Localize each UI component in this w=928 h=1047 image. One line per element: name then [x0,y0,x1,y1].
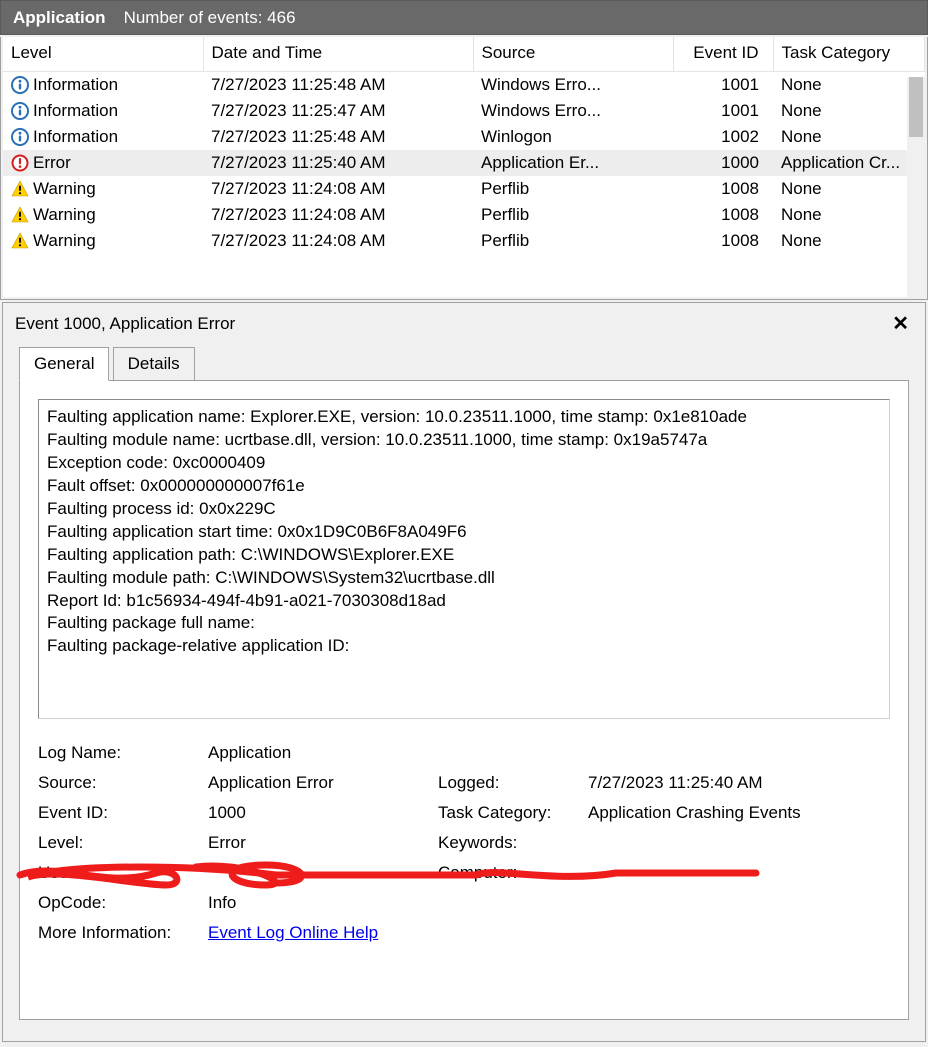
label-moreinfo: More Information: [38,923,198,943]
label-computer: Computer: [438,863,578,883]
col-eventid[interactable]: Event ID [673,37,773,72]
row-level: Warning [33,179,96,199]
row-eventid: 1001 [673,72,773,99]
row-eventid: 1000 [673,150,773,176]
info-icon [11,102,29,120]
row-date: 7/27/2023 11:24:08 AM [203,202,473,228]
detail-title: Event 1000, Application Error [15,314,235,334]
event-detail-pane: Event 1000, Application Error ✕ General … [2,302,926,1042]
row-source: Windows Erro... [473,98,673,124]
table-row[interactable]: Warning 7/27/2023 11:24:08 AMPerflib1008N… [3,202,925,228]
info-icon [11,76,29,94]
row-level: Error [33,153,71,173]
row-level: Information [33,101,118,121]
row-date: 7/27/2023 11:24:08 AM [203,228,473,254]
row-eventid: 1008 [673,176,773,202]
row-source: Perflib [473,176,673,202]
table-row[interactable]: Warning 7/27/2023 11:24:08 AMPerflib1008N… [3,228,925,254]
label-opcode: OpCode: [38,893,198,913]
col-date[interactable]: Date and Time [203,37,473,72]
row-source: Application Er... [473,150,673,176]
row-task: None [773,176,925,202]
label-taskcat: Task Category: [438,803,578,823]
error-icon [11,154,29,172]
row-eventid: 1008 [673,228,773,254]
header-bar: Application Number of events: 466 [0,0,928,35]
row-eventid: 1008 [673,202,773,228]
label-level: Level: [38,833,198,853]
value-source: Application Error [208,773,428,793]
row-level: Warning [33,231,96,251]
row-task: None [773,228,925,254]
scroll-thumb[interactable] [909,77,923,137]
row-level: Information [33,75,118,95]
event-metadata: Log Name: Application Source: Applicatio… [38,743,890,943]
label-user: User: [38,863,198,883]
value-logname: Application [208,743,890,763]
warn-icon [11,232,29,250]
label-keywords: Keywords: [438,833,578,853]
header-title: Application [13,8,106,28]
value-taskcat: Application Crashing Events [588,803,890,823]
info-icon [11,128,29,146]
row-task: None [773,124,925,150]
table-row[interactable]: Warning 7/27/2023 11:24:08 AMPerflib1008N… [3,176,925,202]
row-source: Winlogon [473,124,673,150]
event-grid[interactable]: Level Date and Time Source Event ID Task… [3,37,925,297]
table-row[interactable]: Information 7/27/2023 11:25:48 AMWindows … [3,72,925,99]
row-date: 7/27/2023 11:25:48 AM [203,72,473,99]
table-row[interactable]: Error 7/27/2023 11:25:40 AMApplication Er… [3,150,925,176]
tab-general[interactable]: General [19,347,109,381]
row-date: 7/27/2023 11:24:08 AM [203,176,473,202]
warn-icon [11,206,29,224]
row-task: Application Cr... [773,150,925,176]
row-eventid: 1002 [673,124,773,150]
value-logged: 7/27/2023 11:25:40 AM [588,773,890,793]
row-level: Warning [33,205,96,225]
warn-icon [11,180,29,198]
table-row[interactable]: Information 7/27/2023 11:25:47 AMWindows … [3,98,925,124]
row-task: None [773,202,925,228]
more-info-link[interactable]: Event Log Online Help [208,923,378,942]
label-source: Source: [38,773,198,793]
row-task: None [773,72,925,99]
tab-details[interactable]: Details [113,347,195,380]
col-level[interactable]: Level [3,37,203,72]
value-eventid: 1000 [208,803,428,823]
event-description[interactable]: Faulting application name: Explorer.EXE,… [38,399,890,719]
row-source: Perflib [473,228,673,254]
label-logname: Log Name: [38,743,198,763]
label-eventid: Event ID: [38,803,198,823]
row-eventid: 1001 [673,98,773,124]
header-count: Number of events: 466 [124,8,296,28]
row-task: None [773,98,925,124]
col-source[interactable]: Source [473,37,673,72]
row-level: Information [33,127,118,147]
column-headers[interactable]: Level Date and Time Source Event ID Task… [3,37,925,72]
row-source: Perflib [473,202,673,228]
row-date: 7/27/2023 11:25:40 AM [203,150,473,176]
row-date: 7/27/2023 11:25:48 AM [203,124,473,150]
value-opcode: Info [208,893,890,913]
row-source: Windows Erro... [473,72,673,99]
col-task[interactable]: Task Category [773,37,925,72]
grid-scrollbar[interactable] [907,77,925,297]
table-row[interactable]: Information 7/27/2023 11:25:48 AMWinlogon… [3,124,925,150]
label-logged: Logged: [438,773,578,793]
value-level: Error [208,833,428,853]
row-date: 7/27/2023 11:25:47 AM [203,98,473,124]
close-icon[interactable]: ✕ [888,311,913,336]
